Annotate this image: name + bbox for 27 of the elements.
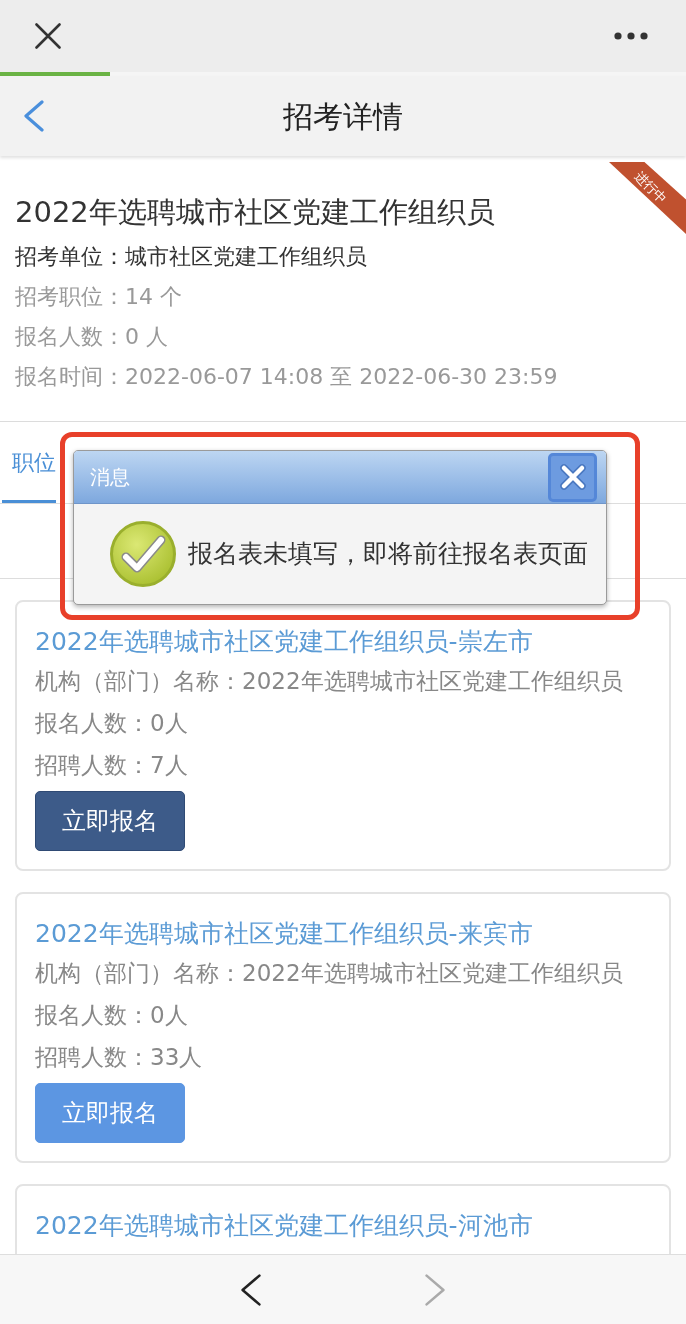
exam-title: 2022年选聘城市社区党建工作组织员: [15, 194, 495, 231]
position-detail: 报名人数：0人: [35, 1001, 188, 1030]
more-icon[interactable]: [614, 32, 648, 40]
close-button[interactable]: [548, 452, 597, 502]
apply-button[interactable]: 立即报名: [35, 791, 185, 851]
apply-button[interactable]: 立即报名: [35, 1083, 185, 1143]
close-icon: [559, 464, 586, 490]
position-detail: 招聘人数：7人: [35, 751, 188, 780]
success-check-icon: [110, 521, 176, 587]
exam-detail: 报名人数：0 人: [15, 323, 168, 351]
position-title-link[interactable]: 2022年选聘城市社区党建工作组织员-来宾市: [35, 916, 533, 952]
position-detail: 机构（部门）名称：2022年选聘城市社区党建工作组织员: [35, 959, 623, 988]
status-ribbon: 进行中: [609, 162, 686, 234]
position-detail: 报名人数：0人: [35, 709, 188, 738]
position-detail: 招聘人数：33人: [35, 1043, 203, 1072]
exam-detail: 招考职位：14 个: [15, 283, 182, 311]
position-title-link[interactable]: 2022年选聘城市社区党建工作组织员-崇左市: [35, 624, 533, 660]
close-icon[interactable]: [35, 23, 61, 49]
back-icon[interactable]: [241, 1273, 261, 1306]
tab[interactable]: 职位: [2, 422, 56, 503]
exam-detail: 报名时间：2022-06-07 14:08 至 2022-06-30 23:59: [15, 363, 558, 391]
position-detail: 机构（部门）名称：2022年选聘城市社区党建工作组织员: [35, 667, 623, 696]
dialog-title: 消息: [90, 464, 130, 491]
position-title-link[interactable]: 2022年选聘城市社区党建工作组织员-河池市: [35, 1208, 533, 1244]
exam-detail: 招考单位：城市社区党建工作组织员: [15, 243, 367, 271]
page-title: 招考详情: [283, 97, 403, 136]
dialog-message: 报名表未填写，即将前往报名表页面: [188, 538, 588, 571]
